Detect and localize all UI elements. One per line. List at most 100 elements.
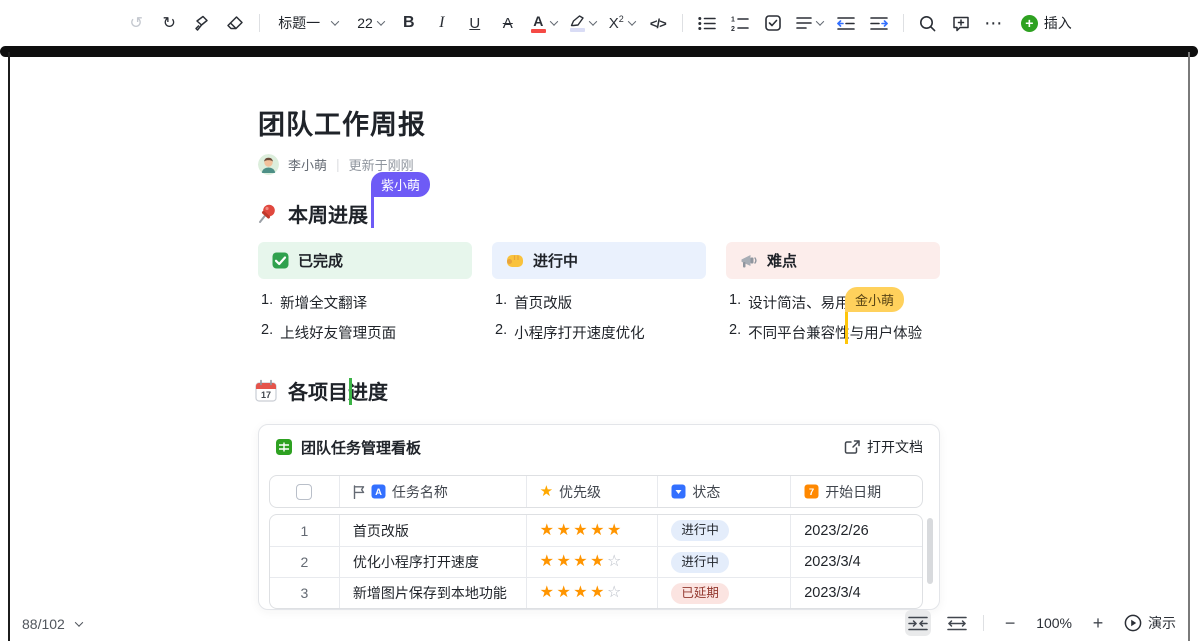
date-field-icon: 7 [804,484,819,499]
task-name-cell[interactable]: 新增图片保存到本地功能 [339,578,526,608]
insert-button[interactable]: + 插入 [1017,9,1076,37]
list-item[interactable]: 1.新增全文翻译 [261,292,367,313]
author-name[interactable]: 李小萌 [288,155,327,174]
list-marker: 1. [261,292,273,313]
task-list-glyph [765,15,781,31]
callout-difficulties[interactable]: 难点 [726,242,940,279]
author-avatar[interactable] [258,154,279,175]
list-item[interactable]: 2.小程序打开速度优化 [495,322,645,343]
bitable-title-row[interactable]: 团队任务管理看板 [275,437,421,458]
search-glyph [919,15,936,32]
section-heading-project-progress[interactable]: 17 各项目进度 [254,376,388,405]
date-cell[interactable]: 2023/3/4 [790,547,922,577]
date-cell[interactable]: 2023/3/4 [790,578,922,608]
heading-style-dropdown[interactable]: 标题一 [270,9,346,37]
zoom-level[interactable]: 100% [1036,615,1072,631]
underline-icon[interactable]: U [461,9,489,37]
task-name-cell[interactable]: 首页改版 [339,515,526,546]
narrow-width-button[interactable] [905,610,931,636]
code-icon[interactable]: </> [644,9,672,37]
start-date: 2023/2/26 [804,523,869,539]
play-circle-icon [1124,614,1142,632]
outline-counter[interactable]: 88/102 [22,616,82,632]
present-button[interactable]: 演示 [1124,613,1176,633]
eraser-icon[interactable] [221,9,249,37]
svg-text:17: 17 [261,390,271,400]
zoom-out-button[interactable]: − [997,610,1023,636]
strikethrough-glyph: A [503,15,513,32]
list-item[interactable]: 2.上线好友管理页面 [261,322,396,343]
comment-icon[interactable] [947,9,975,37]
status-cell[interactable]: 进行中 [657,515,790,546]
card-scrollbar[interactable] [927,518,933,584]
date-cell[interactable]: 2023/2/26 [790,515,922,546]
callout-in-progress[interactable]: 进行中 [492,242,706,279]
section-heading-weekly-progress[interactable]: 本周进展 [256,199,368,228]
calendar-icon: 17 [254,379,278,403]
document-title[interactable]: 团队工作周报 [258,103,426,142]
highlight-color-dropdown[interactable] [566,9,600,37]
indent-icon[interactable] [865,9,893,37]
search-icon[interactable] [914,9,942,37]
bitable-title: 团队任务管理看板 [301,437,421,458]
alignment-dropdown[interactable] [792,9,827,37]
list-item-text: 上线好友管理页面 [280,322,396,343]
align-left-glyph [796,16,812,30]
status-cell[interactable]: 已延期 [657,578,790,608]
superscript-dropdown[interactable]: X2 [605,9,639,37]
meta-divider: | [336,156,340,172]
priority-cell[interactable]: ★★★★★ [526,515,658,546]
font-color-dropdown[interactable]: A [527,9,561,37]
italic-icon[interactable]: I [428,9,456,37]
star-field-icon: ★ [540,484,553,499]
window-frame-left [8,52,10,641]
more-options-icon[interactable]: ⋯ [980,9,1008,37]
priority-cell[interactable]: ★★★★☆ [526,547,658,577]
task-list-icon[interactable] [759,9,787,37]
superscript-exp: 2 [619,14,624,24]
list-item-text: 首页改版 [514,292,572,313]
table-row[interactable]: 3 新增图片保存到本地功能 ★★★★☆ 已延期 2023/3/4 [270,577,922,608]
status-badge: 进行中 [671,552,729,573]
highlighter-glyph [570,15,585,27]
list-marker: 1. [729,292,741,313]
zoom-in-button[interactable]: + [1085,610,1111,636]
full-width-button[interactable] [944,610,970,636]
column-header-task-name[interactable]: A 任务名称 [339,476,526,507]
table-row[interactable]: 2 优化小程序打开速度 ★★★★☆ 进行中 2023/3/4 [270,546,922,577]
list-item[interactable]: 2.不同平台兼容性与用户体验 [729,322,922,343]
status-cell[interactable]: 进行中 [657,547,790,577]
undo-icon[interactable]: ↺ [122,9,150,37]
strikethrough-icon[interactable]: A [494,9,522,37]
select-all-checkbox[interactable] [296,484,312,500]
status-badge: 进行中 [671,520,729,541]
column-header-start-date[interactable]: 7 开始日期 [790,476,922,507]
outdent-icon[interactable] [832,9,860,37]
megaphone-icon [740,253,758,269]
format-painter-icon[interactable] [188,9,216,37]
list-item[interactable]: 1.首页改版 [495,292,572,313]
open-document-label: 打开文档 [867,437,923,457]
column-header-priority[interactable]: ★ 优先级 [526,476,658,507]
redo-icon[interactable]: ↻ [155,9,183,37]
svg-text:1: 1 [731,16,735,23]
column-header-status[interactable]: 状态 [657,476,790,507]
chevron-down-icon [377,17,385,25]
table-row[interactable]: 1 首页改版 ★★★★★ 进行中 2023/2/26 [270,515,922,546]
column-header-label: 开始日期 [825,482,881,502]
list-marker: 2. [729,322,741,343]
bullet-list-icon[interactable] [693,9,721,37]
numbered-list-icon[interactable]: 12 [726,9,754,37]
font-size-dropdown[interactable]: 22 [351,9,390,37]
text-field-icon: A [371,484,386,499]
minus-icon: − [1005,613,1016,634]
eraser-glyph [226,15,244,31]
avatar-illustration [258,154,279,175]
task-name-cell[interactable]: 优化小程序打开速度 [339,547,526,577]
bold-icon[interactable]: B [395,9,423,37]
window-frame-top [0,46,1198,57]
callout-done[interactable]: 已完成 [258,242,472,279]
priority-cell[interactable]: ★★★★☆ [526,578,658,608]
open-document-button[interactable]: 打开文档 [844,437,923,457]
insert-label: 插入 [1044,13,1072,33]
